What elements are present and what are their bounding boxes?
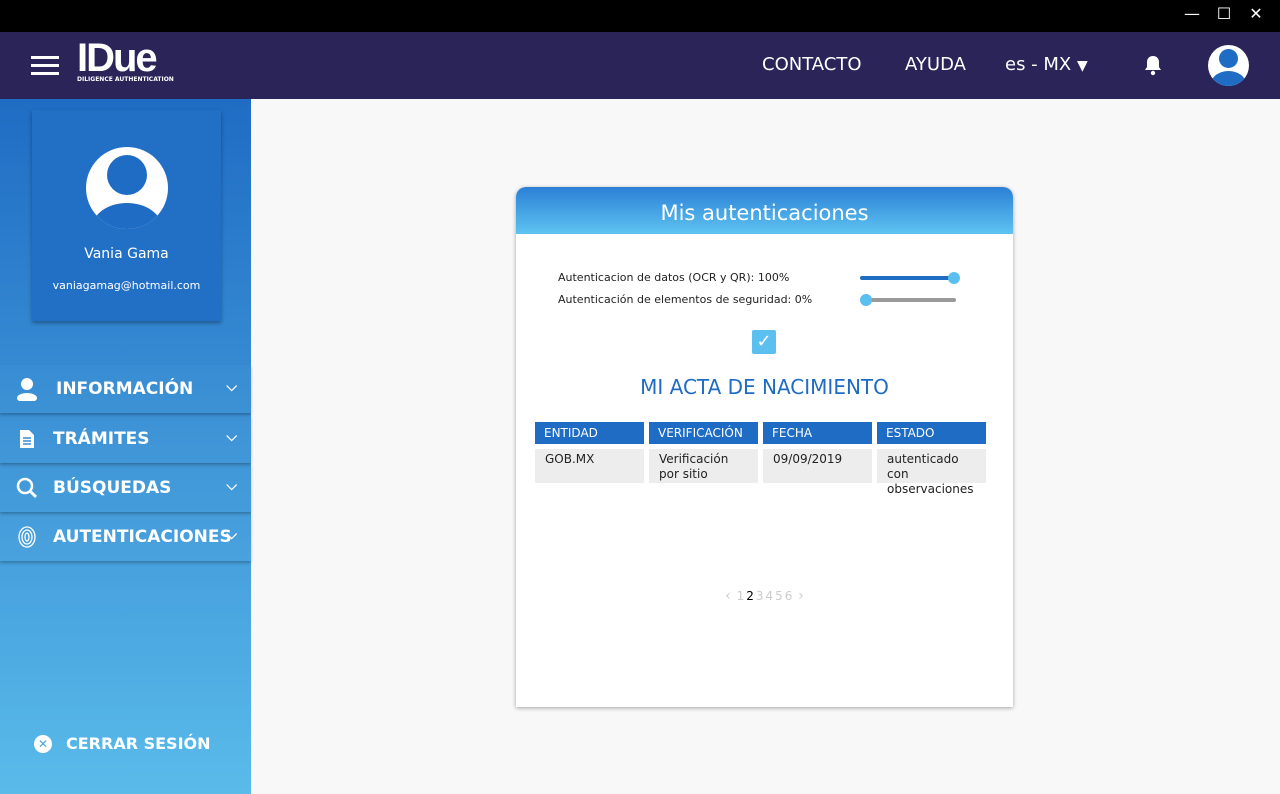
chevron-right-icon[interactable]: › [798,588,804,604]
authentications-card: Mis autenticaciones Autenticacion de dat… [516,187,1013,707]
close-button[interactable]: ✕ [1244,4,1268,23]
sidebar-item-tramites[interactable]: TRÁMITES ⌵ [0,415,251,463]
sidebar-item-informacion[interactable]: INFORMACIÓN ⌵ [0,365,251,413]
sidebar-item-label: BÚSQUEDAS [53,478,172,498]
profile-name: Vania Gama [84,246,169,262]
logout-button[interactable]: ✕ CERRAR SESIÓN [34,734,211,753]
hamburger-menu-icon[interactable] [31,56,59,76]
chevron-down-icon: ⌵ [226,429,237,445]
logo-text: IDue [77,36,158,80]
document-icon [0,429,53,449]
nav-contacto[interactable]: CONTACTO [762,54,862,75]
progress-knob-data[interactable] [948,272,960,284]
table-cell: 09/09/2019 [763,449,872,483]
table-cell: autenticado con observaciones [877,449,986,496]
page-6[interactable]: 6 [785,589,793,603]
bell-icon[interactable] [1143,54,1163,80]
column-header: FECHA [763,422,872,444]
maximize-button[interactable]: ☐ [1212,4,1236,23]
page-5[interactable]: 5 [775,589,783,603]
user-avatar-icon[interactable] [1208,45,1249,86]
checkbox-checked[interactable]: ✓ [752,330,776,354]
progress-bar-security [860,298,956,302]
page-2[interactable]: 2 [746,589,754,603]
progress-label-security: Autenticación de elementos de seguridad:… [558,293,813,306]
column-header: VERIFICACIÓN [649,422,758,444]
table-cell: GOB.MX [535,449,644,483]
profile-email: vaniagamag@hotmail.com [52,279,201,292]
logo: IDue DILIGENCE AUTHENTICATION [77,38,174,83]
page-4[interactable]: 4 [766,589,774,603]
caret-down-icon: ▼ [1077,58,1088,74]
page-1[interactable]: 1 [737,589,745,603]
pagination: ‹ 123456 › [516,588,1013,604]
card-title: Mis autenticaciones [516,187,1013,234]
language-value: es - MX [1005,54,1072,75]
sidebar-item-autenticaciones[interactable]: AUTENTICACIONES ⌵ [0,513,251,561]
sidebar-item-label: TRÁMITES [53,429,150,449]
column-header: ESTADO [877,422,986,444]
chevron-left-icon[interactable]: ‹ [725,588,731,604]
close-circle-icon: ✕ [34,734,52,753]
app-header [0,32,1280,99]
table-cell: Verificación por sitio [649,449,758,483]
document-title: MI ACTA DE NACIMIENTO [640,375,889,399]
language-select[interactable]: es - MX ▼ [1005,54,1088,75]
progress-knob-security[interactable] [860,294,872,306]
sidebar-item-label: AUTENTICACIONES [53,527,232,547]
search-icon [0,477,53,499]
fingerprint-icon [0,526,53,548]
logo-subtitle: DILIGENCE AUTHENTICATION [77,76,174,83]
page-3[interactable]: 3 [756,589,764,603]
column-header: ENTIDAD [535,422,644,444]
progress-label-data: Autenticacion de datos (OCR y QR): 100% [558,271,790,284]
auth-table: ENTIDAD VERIFICACIÓN FECHA ESTADO GOB.MX… [535,422,986,496]
nav-ayuda[interactable]: AYUDA [905,54,966,75]
progress-bar-data [860,276,956,280]
chevron-down-icon: ⌵ [226,478,237,494]
chevron-down-icon: ⌵ [226,527,237,543]
chevron-down-icon: ⌵ [226,379,237,395]
minimize-button[interactable]: — [1180,4,1204,23]
sidebar-item-label: INFORMACIÓN [56,379,194,399]
logout-label: CERRAR SESIÓN [66,734,211,753]
profile-card: Vania Gama vaniagamag@hotmail.com [32,110,221,321]
user-icon [0,377,53,401]
title-bar: — ☐ ✕ [0,0,1280,32]
sidebar-item-busquedas[interactable]: BÚSQUEDAS ⌵ [0,464,251,512]
profile-avatar [85,147,168,229]
